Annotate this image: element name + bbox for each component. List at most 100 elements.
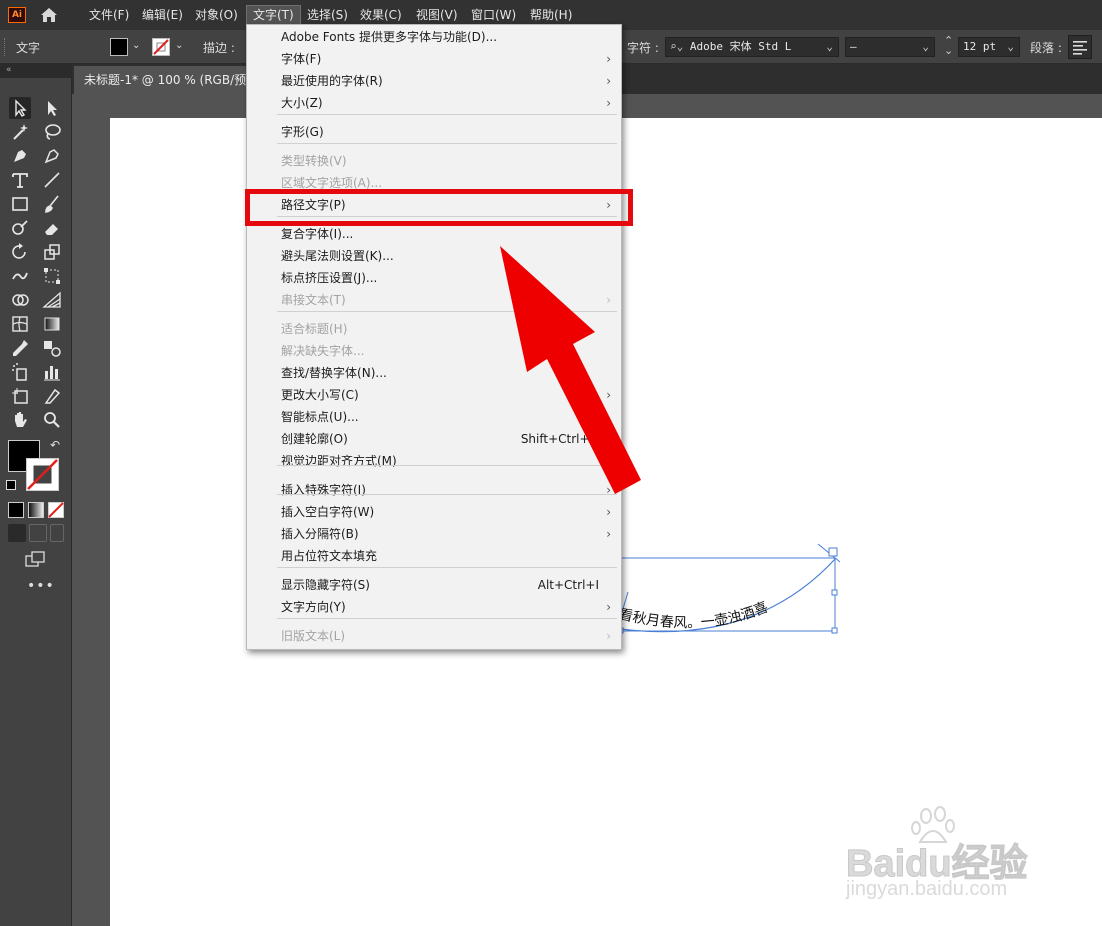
- none-mode-button[interactable]: [48, 502, 64, 518]
- eyedropper-tool-icon[interactable]: [9, 337, 31, 359]
- scale-tool-icon[interactable]: [41, 241, 63, 263]
- menu-edit[interactable]: 编辑(E): [136, 5, 189, 25]
- menu-item-label: 字体(F): [281, 52, 322, 66]
- home-icon[interactable]: [38, 6, 60, 24]
- font-size-stepper-icon[interactable]: ⌃ ⌄: [944, 35, 953, 56]
- menu-item-type-orientation[interactable]: 文字方向(Y) ›: [247, 596, 621, 618]
- more-tools-icon[interactable]: •••: [27, 578, 55, 594]
- default-colors-icon[interactable]: [6, 480, 16, 490]
- menu-item-fill-with-placeholder-text[interactable]: 用占位符文本填充: [247, 545, 621, 567]
- artboard-tool-icon[interactable]: [9, 385, 31, 407]
- menu-item-type-conversion[interactable]: 类型转换(V): [247, 150, 621, 172]
- search-icon: ⌕⌄: [670, 40, 690, 53]
- selection-tool-icon[interactable]: [9, 97, 31, 119]
- toolbar-collapse-icon[interactable]: «: [0, 64, 72, 78]
- menu-window[interactable]: 窗口(W): [465, 5, 522, 25]
- menu-item-shortcut: Alt+Ctrl+I: [537, 578, 599, 592]
- stroke-color-box[interactable]: [26, 458, 59, 491]
- stroke-dropdown-icon[interactable]: ⌄: [175, 40, 183, 51]
- character-label[interactable]: 字符 :: [627, 39, 659, 56]
- menu-item-font[interactable]: 字体(F) ›: [247, 48, 621, 70]
- stroke-none-swatch[interactable]: [152, 38, 170, 56]
- menu-item-label: 区域文字选项(A)...: [281, 176, 383, 190]
- menu-separator: [277, 114, 617, 115]
- menu-item-label: 用占位符文本填充: [281, 549, 378, 563]
- menu-item-label: 类型转换(V): [281, 154, 347, 168]
- gradient-mode-button[interactable]: [28, 502, 44, 518]
- menu-item-insert-whitespace-character[interactable]: 插入空白字符(W) ›: [247, 501, 621, 523]
- paragraph-label[interactable]: 段落 :: [1030, 39, 1062, 56]
- menu-item-show-hidden-characters[interactable]: 显示隐藏字符(S) Alt+Ctrl+I: [247, 574, 621, 596]
- control-bar-grip[interactable]: [4, 38, 7, 56]
- menu-item-recent-fonts[interactable]: 最近使用的字体(R) ›: [247, 70, 621, 92]
- align-left-button[interactable]: [1068, 35, 1092, 59]
- path-text-object[interactable]: 看秋月春风。一壶浊酒喜: [600, 540, 850, 640]
- magic-wand-tool-icon[interactable]: [9, 121, 31, 143]
- column-graph-tool-icon[interactable]: [41, 361, 63, 383]
- shape-builder-tool-icon[interactable]: [9, 289, 31, 311]
- chevron-down-icon[interactable]: ⌄: [1007, 38, 1014, 56]
- slice-tool-icon[interactable]: [41, 385, 63, 407]
- hand-tool-icon[interactable]: [9, 409, 31, 431]
- menu-item-size[interactable]: 大小(Z) ›: [247, 92, 621, 114]
- lasso-tool-icon[interactable]: [41, 121, 63, 143]
- menu-item-label: 复合字体(I)...: [281, 227, 354, 241]
- menu-item-adobe-fonts[interactable]: Adobe Fonts 提供更多字体与功能(D)...: [247, 26, 621, 48]
- menu-item-label: 旧版文本(L): [281, 629, 346, 643]
- menu-type[interactable]: 文字(T): [246, 5, 301, 25]
- menu-item-legacy-text[interactable]: 旧版文本(L) ›: [247, 625, 621, 647]
- warp-tool-icon[interactable]: [9, 265, 31, 287]
- submenu-arrow-icon: ›: [606, 505, 611, 519]
- symbol-sprayer-tool-icon[interactable]: [9, 361, 31, 383]
- free-transform-tool-icon[interactable]: [41, 265, 63, 287]
- line-segment-tool-icon[interactable]: [41, 169, 63, 191]
- blend-tool-icon[interactable]: [41, 337, 63, 359]
- perspective-grid-tool-icon[interactable]: [41, 289, 63, 311]
- color-mode-button[interactable]: [8, 502, 24, 518]
- document-tab[interactable]: 未标题-1* @ 100 % (RGB/预览): [74, 66, 274, 94]
- menu-object[interactable]: 对象(O): [189, 5, 244, 25]
- menu-item-label: 智能标点(U)...: [281, 410, 359, 424]
- fill-dropdown-icon[interactable]: ⌄: [132, 40, 140, 51]
- menu-separator: [277, 143, 617, 144]
- menu-file[interactable]: 文件(F): [83, 5, 135, 25]
- zoom-tool-icon[interactable]: [41, 409, 63, 431]
- menu-effect[interactable]: 效果(C): [354, 5, 408, 25]
- curvature-tool-icon[interactable]: [41, 145, 63, 167]
- eraser-tool-icon[interactable]: [41, 217, 63, 239]
- menu-select[interactable]: 选择(S): [301, 5, 354, 25]
- menu-item-label: 字形(G): [281, 125, 324, 139]
- change-screen-mode-icon[interactable]: [24, 550, 48, 568]
- menu-item-label: 更改大小写(C): [281, 388, 359, 402]
- menu-view[interactable]: 视图(V): [410, 5, 464, 25]
- draw-normal-button[interactable]: [8, 524, 26, 542]
- direct-selection-tool-icon[interactable]: [41, 97, 63, 119]
- chevron-down-icon[interactable]: ⌄: [826, 38, 833, 56]
- rectangle-tool-icon[interactable]: [9, 193, 31, 215]
- fill-swatch[interactable]: [110, 38, 128, 56]
- font-size-value: 12 pt: [963, 40, 997, 53]
- menu-item-glyphs[interactable]: 字形(G): [247, 121, 621, 143]
- draw-inside-button[interactable]: [50, 524, 64, 542]
- shaper-tool-icon[interactable]: [9, 217, 31, 239]
- rotate-tool-icon[interactable]: [9, 241, 31, 263]
- font-family-field[interactable]: ⌕⌄ Adobe 宋体 Std L ⌄: [665, 37, 839, 57]
- gradient-tool-icon[interactable]: [41, 313, 63, 335]
- menu-item-insert-break-character[interactable]: 插入分隔符(B) ›: [247, 523, 621, 545]
- submenu-arrow-icon: ›: [606, 629, 611, 643]
- draw-behind-button[interactable]: [29, 524, 47, 542]
- font-size-field[interactable]: 12 pt ⌄: [958, 37, 1020, 57]
- menu-item-label: 避头尾法则设置(K)...: [281, 249, 394, 263]
- mesh-tool-icon[interactable]: [9, 313, 31, 335]
- font-family-value: Adobe 宋体 Std L: [689, 40, 792, 53]
- pen-tool-icon[interactable]: [9, 145, 31, 167]
- swap-colors-icon[interactable]: ↶: [50, 438, 60, 452]
- font-style-value: –: [850, 40, 857, 53]
- paintbrush-tool-icon[interactable]: [41, 193, 63, 215]
- type-tool-icon[interactable]: [9, 169, 31, 191]
- font-style-field[interactable]: – ⌄: [845, 37, 935, 57]
- stroke-label: 描边 :: [203, 41, 235, 55]
- menu-help[interactable]: 帮助(H): [524, 5, 578, 25]
- chevron-down-icon[interactable]: ⌄: [922, 38, 929, 56]
- highlight-box: [245, 189, 633, 226]
